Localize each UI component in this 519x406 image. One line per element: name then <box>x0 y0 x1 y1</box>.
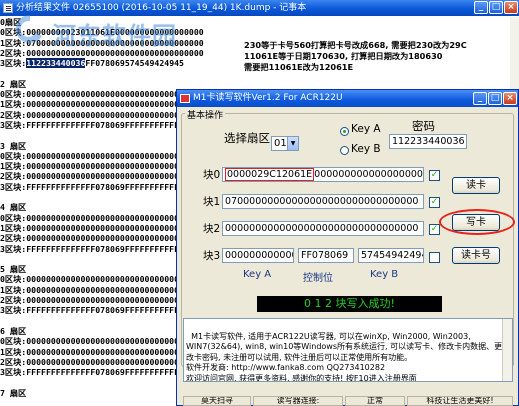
block1-label: 块1 <box>203 196 221 208</box>
minimize-button[interactable]: _ <box>474 1 488 14</box>
block1-checkbox[interactable]: ✓ <box>429 197 440 208</box>
write-card-highlight-ellipse <box>439 209 515 235</box>
line-text: 3区块:FFFFFFFFFFFFFF078069FFFFFFFFFFFF <box>0 367 184 378</box>
write-status-display: 0 1 2 块写入成功! <box>257 296 442 312</box>
line-text: 2区块:00000000000000000000000000000000 <box>0 295 184 306</box>
read-card-button[interactable]: 读卡 <box>452 177 500 194</box>
line-text: 1区块:00000000000000000000000000000000 <box>0 284 184 295</box>
statusbar-reader-label: 读写器连接: <box>253 396 343 406</box>
line-text: 0区块:00000000000000000000000000000000 <box>0 336 184 347</box>
key-b-radio[interactable] <box>340 146 349 155</box>
line-text: 0扇区 <box>0 17 22 27</box>
close-button[interactable]: × <box>504 1 518 14</box>
control-bits-column-label: 控制位 <box>303 273 333 284</box>
block0-checkbox[interactable]: ✓ <box>429 170 440 181</box>
line-text: 2区块:00000000000000000000000000000000 <box>0 109 184 120</box>
sector-value: 01 <box>274 138 287 149</box>
dialog-title: M1卡读写软件Ver1.2 For ACR122U <box>193 93 343 103</box>
line-text: 1区块:00000000000000000000000000000000 <box>0 99 184 110</box>
key-a-label: Key A <box>351 123 381 135</box>
block0-rest: 000000000000000000 <box>314 169 423 180</box>
line-text: 0区块:00000000000000000000000000000000 <box>0 150 184 161</box>
block3-key-b-input[interactable]: 57454942494E <box>358 248 424 263</box>
sector-label: 选择扇区 <box>224 131 270 145</box>
notepad-line: 0扇区 <box>0 17 519 27</box>
line-text: 0区块:00000000000000000000000000000000 <box>0 274 184 285</box>
notepad-line: 2 扇区 <box>0 79 519 89</box>
block2-input[interactable]: 00000000000000000000000000000000 <box>222 221 424 236</box>
notepad-note-text: 230等于卡号560打算把卡号改成668, 需要把230改为29C 11061E… <box>244 40 467 72</box>
line-text: 1区块:00000000000000000000000000000000 <box>0 222 184 233</box>
statusbar-scan: 莫天扫寻 <box>183 396 251 406</box>
line-text: 3区块:FFFFFFFFFFFFFF078069FFFFFFFFFFFF <box>0 243 184 254</box>
group-label: 基本操作 <box>185 108 226 121</box>
password-input[interactable]: 112233440036 <box>389 134 467 149</box>
line-prefix: 3区块: <box>0 58 27 69</box>
line-suffix: FF078069574549424945 <box>85 58 184 69</box>
block0-input[interactable]: 0000029C12061E 000000000000000000 <box>222 167 424 182</box>
notepad-title: 分析结果文件 02655100 (2016-10-05 11_19_44) 1K… <box>16 3 307 13</box>
line-text: 2区块:00000000000000000000000000000000 <box>0 171 184 182</box>
line-text: 0区块:00000000000000000000000000000000 <box>0 212 184 223</box>
block2-checkbox[interactable]: ✓ <box>429 224 440 235</box>
block3-checkbox[interactable] <box>429 252 440 263</box>
line-text: 3区块:FFFFFFFFFFFFFF078069FFFFFFFFFFFF <box>0 119 184 130</box>
key-a-column-label: Key A <box>243 269 272 280</box>
block0-label: 块0 <box>203 169 221 181</box>
line-text: 7 扇区 <box>0 387 27 398</box>
line-text: 2区块:000000000000000000000000000000000000 <box>0 47 204 58</box>
read-card-number-button[interactable]: 读卡号 <box>452 247 500 264</box>
line-text: 4 扇区 <box>0 202 27 213</box>
statusbar-slogan: 科技让生活更美好! <box>407 396 513 406</box>
maximize-button[interactable]: □ <box>489 1 503 14</box>
key-b-label: Key B <box>351 143 381 155</box>
sector-select[interactable]: 01 ▼ <box>271 136 299 151</box>
info-memo[interactable]: M1卡读写软件, 适用于ACR122U读写器, 可以在winXp, Win200… <box>183 318 513 382</box>
dialog-maximize-button[interactable]: □ <box>488 92 502 105</box>
statusbar-reader-status: 正常 <box>345 396 405 406</box>
block3-label: 块3 <box>203 250 221 262</box>
line-text: 5 扇区 <box>0 264 27 275</box>
memo-scrollbar[interactable] <box>502 319 512 381</box>
block0-highlight: 0000029C12061E <box>225 168 315 181</box>
notepad-title-bar[interactable]: 分析结果文件 02655100 (2016-10-05 11_19_44) 1K… <box>0 0 519 16</box>
dialog-title-bar[interactable]: M1卡读写软件Ver1.2 For ACR122U _ □ × <box>177 90 518 107</box>
dialog-close-button[interactable]: × <box>503 92 517 105</box>
block3-control-input[interactable]: FF078069 <box>298 248 354 263</box>
line-text: 0区块:00000000023011061E000000000000000000 <box>0 27 204 38</box>
line-text: 1区块:070000000000000000000000000000000000 <box>0 37 204 48</box>
key-b-column-label: Key B <box>370 269 399 280</box>
line-text: 3区块:FFFFFFFFFFFFFF078069FFFFFFFFFFFF <box>0 181 184 192</box>
block1-input[interactable]: 07000000000000000000000000000000 <box>222 194 424 209</box>
line-text: 1区块:00000000000000000000000000000000 <box>0 346 184 357</box>
dialog-app-icon <box>180 94 190 103</box>
line-text: 3区块:FFFFFFFFFFFFFF078069FFFFFFFFFFFF <box>0 305 184 316</box>
notepad-app-icon <box>3 3 13 13</box>
key-a-radio[interactable] <box>340 127 349 136</box>
chevron-down-icon[interactable]: ▼ <box>287 137 298 150</box>
line-text: 2区块:00000000000000000000000000000000 <box>0 233 184 244</box>
notepad-line: 0区块:00000000023011061E000000000000000000 <box>0 27 519 37</box>
line-text: 1区块:00000000000000000000000000000000 <box>0 161 184 172</box>
dialog-minimize-button[interactable]: _ <box>473 92 487 105</box>
selected-text: 112233440036 <box>26 58 86 69</box>
password-label: 密码 <box>412 119 435 133</box>
line-text: 0区块:00000000000000000000000000000000 <box>0 89 184 100</box>
block2-label: 块2 <box>203 223 221 235</box>
line-text: 3 扇区 <box>0 140 27 151</box>
line-text: 2 扇区 <box>0 78 27 89</box>
memo-text: M1卡读写软件, 适用于ACR122U读写器, 可以在winXp, Win200… <box>186 331 503 382</box>
line-text: 6 扇区 <box>0 325 27 336</box>
block3-key-a-input[interactable]: 000000000000 <box>222 248 294 263</box>
line-text: 2区块:00000000000000000000000000000000 <box>0 356 184 367</box>
